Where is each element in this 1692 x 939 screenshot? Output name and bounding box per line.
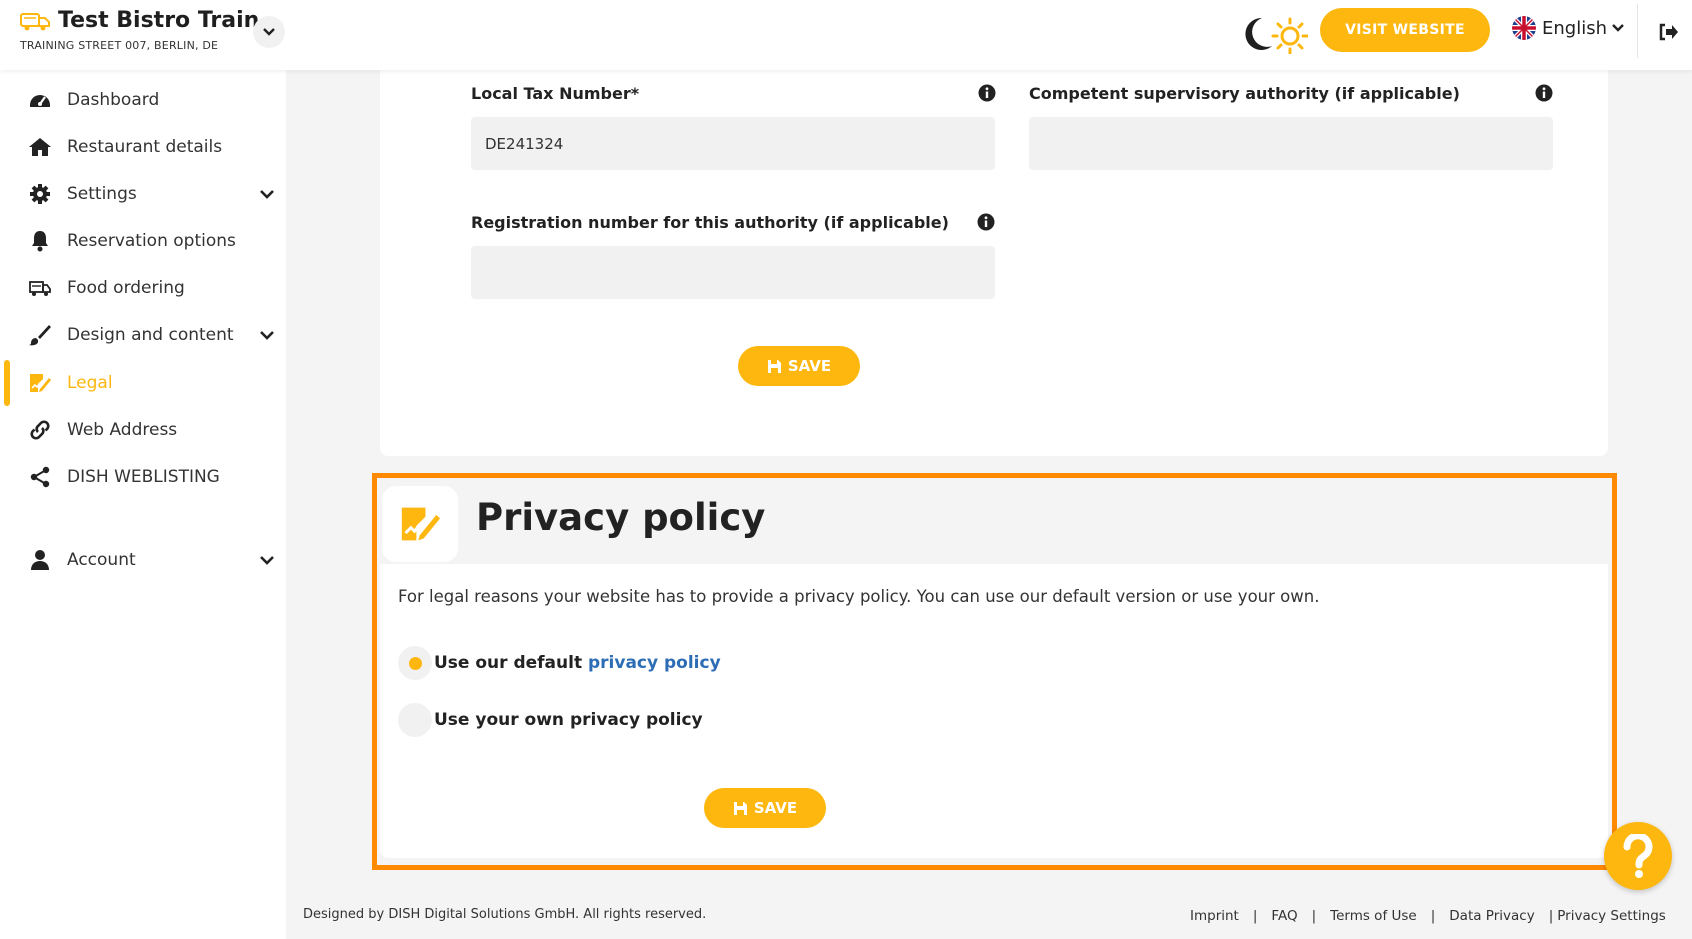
radio-own-policy[interactable]: Use your own privacy policy [398,703,703,737]
share-icon [28,465,52,489]
sidebar-item-label: Restaurant details [67,137,223,157]
footer-divider: | [1311,908,1317,924]
sidebar-item-design-and-content[interactable]: Design and content [0,315,286,355]
bell-icon [28,229,52,253]
privacy-policy-description: For legal reasons your website has to pr… [398,587,1320,606]
save-legal-button[interactable]: SAVE [738,346,860,386]
restaurant-brand: Test Bistro Train... TRAINING STREET 007… [20,8,284,52]
registration-label: Registration number for this authority (… [471,213,949,232]
privacy-policy-header: Privacy policy [380,474,1608,564]
authority-label: Competent supervisory authority (if appl… [1029,84,1460,103]
privacy-icon-box [382,486,458,562]
privacy-policy-link[interactable]: privacy policy [588,653,721,673]
save-icon [767,359,781,373]
sidebar-item-label: Design and content [67,325,234,345]
food-ordering-icon [28,276,52,300]
language-selector[interactable]: English [1512,16,1625,40]
main-content: Local Tax Number* Competent supervisory … [286,70,1692,939]
sidebar-item-dashboard[interactable]: Dashboard [0,80,286,120]
radio-label-own: Use your own privacy policy [434,710,703,730]
radio-button-selected[interactable] [398,646,432,680]
sidebar-item-label: Reservation options [67,231,236,251]
legal-info-card: Local Tax Number* Competent supervisory … [380,70,1608,456]
save-label: SAVE [787,357,832,375]
restaurant-switch-button[interactable] [253,16,285,48]
footer-link-terms[interactable]: Terms of Use [1330,908,1417,924]
chevron-down-icon [260,190,274,199]
sidebar-item-account[interactable]: Account [0,540,286,580]
theme-toggle-icon[interactable] [1238,14,1308,54]
info-icon[interactable] [978,84,996,102]
sidebar-item-reservation-options[interactable]: Reservation options [0,221,286,261]
footer-divider: | [1252,908,1258,924]
sidebar-item-dish-weblisting[interactable]: DISH WEBLISTING [0,457,286,497]
sidebar-item-settings[interactable]: Settings [0,174,286,214]
info-icon[interactable] [1535,84,1553,102]
footer-divider: | [1430,908,1436,924]
footer-link-data-privacy[interactable]: Data Privacy [1449,908,1534,924]
save-label: SAVE [753,799,798,817]
food-truck-icon [20,12,50,30]
visit-website-button[interactable]: VISIT WEBSITE [1320,8,1490,52]
info-icon[interactable] [977,213,995,231]
footer-links: Imprint | FAQ | Terms of Use | Data Priv… [1190,908,1666,924]
uk-flag-icon [1512,16,1536,40]
chevron-down-icon [263,28,275,36]
sidebar-item-label: Legal [67,373,113,393]
save-privacy-button[interactable]: SAVE [704,788,826,828]
registration-input[interactable] [471,246,995,299]
gear-icon [28,182,52,206]
sidebar-item-web-address[interactable]: Web Address [0,410,286,450]
sidebar-item-food-ordering[interactable]: Food ordering [0,268,286,308]
language-label: English [1542,17,1607,39]
link-icon [28,418,52,442]
privacy-policy-card: Privacy policy For legal reasons your we… [380,474,1608,858]
sidebar-item-label: Web Address [67,420,178,440]
chevron-down-icon [260,556,274,565]
footer-divider: | [1548,908,1554,924]
top-header: Test Bistro Train... TRAINING STREET 007… [0,0,1692,70]
user-icon [28,548,52,572]
chevron-down-icon [260,331,274,340]
sidebar-item-legal[interactable]: Legal [0,363,286,403]
footer-link-faq[interactable]: FAQ [1271,908,1297,924]
sidebar-item-label: Food ordering [67,278,185,298]
header-divider [1637,4,1638,58]
footer-link-imprint[interactable]: Imprint [1190,908,1239,924]
help-button[interactable] [1604,822,1672,890]
chevron-down-icon [1612,24,1624,32]
footer-link-privacy-settings[interactable]: Privacy Settings [1557,908,1666,924]
radio-button-unselected[interactable] [398,703,432,737]
question-mark-icon [1623,834,1653,878]
footer-copyright: Designed by DISH Digital Solutions GmbH.… [303,907,707,922]
restaurant-address: TRAINING STREET 007, BERLIN, DE [20,39,219,52]
home-icon [28,135,52,159]
logout-icon[interactable] [1656,20,1680,44]
sidebar-item-label: Settings [67,184,137,204]
local-tax-input[interactable] [471,117,995,170]
legal-icon [28,371,52,395]
brush-icon [28,323,52,347]
restaurant-name: Test Bistro Train... [58,8,285,33]
radio-default-policy[interactable]: Use our default privacy policy [398,646,721,680]
sidebar-item-restaurant-details[interactable]: Restaurant details [0,127,286,167]
privacy-policy-title: Privacy policy [476,496,766,539]
sidebar-item-label: Account [67,550,136,570]
sidebar-item-label: Dashboard [67,90,160,110]
legal-icon [401,507,440,541]
sidebar-item-label: DISH WEBLISTING [67,467,220,487]
radio-label-default: Use our default privacy policy [434,653,721,673]
dashboard-icon [28,88,52,112]
sidebar: Dashboard Restaurant details Settings Re… [0,70,286,939]
local-tax-label: Local Tax Number* [471,84,640,103]
save-icon [733,801,747,815]
authority-input[interactable] [1029,117,1553,170]
